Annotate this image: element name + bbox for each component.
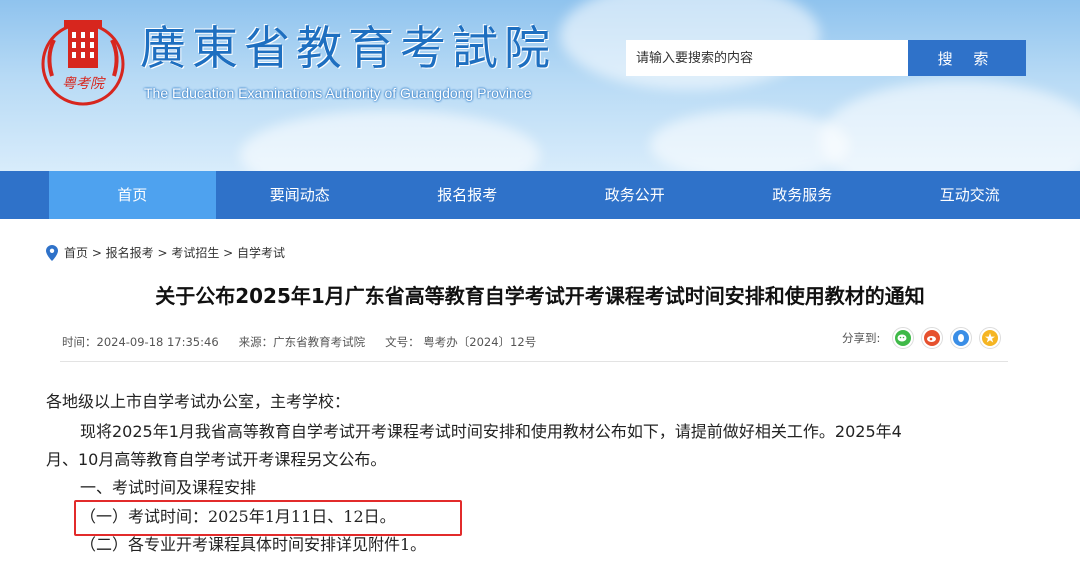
nav-item-services[interactable]: 政务服务: [719, 171, 887, 219]
site-name-english: The Education Examinations Authority of …: [144, 85, 532, 101]
article-meta: 时间：2024-09-18 17:35:46 来源：广东省教育考试院 文号： 粤…: [62, 334, 536, 350]
search-button[interactable]: 搜 索: [908, 40, 1026, 76]
article-source: 来源：广东省教育考试院: [238, 335, 366, 349]
schedule-item: （二）各专业开考课程具体时间安排详见附件1。: [80, 535, 427, 554]
qzone-star-icon[interactable]: [979, 327, 1002, 349]
main-nav: 首页 要闻动态 报名报考 政务公开 政务服务 互动交流: [0, 171, 1080, 219]
publish-time: 时间：2024-09-18 17:35:46: [62, 335, 219, 349]
search-input[interactable]: [626, 40, 908, 76]
wechat-icon[interactable]: [892, 327, 915, 349]
institution-seal-logo[interactable]: 粤考院: [40, 16, 126, 110]
meta-divider: [60, 361, 1008, 362]
site-header: 粤考院 廣東省教育考試院 The Education Examinations …: [0, 0, 1080, 171]
highlight-box: [74, 500, 462, 536]
location-pin-icon: [46, 244, 58, 261]
svg-text:粤考院: 粤考院: [62, 76, 106, 92]
paragraph-intro-line2: 月、10月高等教育自学考试开考课程另文公布。: [46, 450, 387, 469]
nav-item-registration[interactable]: 报名报考: [384, 171, 552, 219]
salutation: 各地级以上市自学考试办公室，主考学校：: [46, 392, 351, 411]
site-name: 廣東省教育考試院: [140, 21, 556, 75]
nav-item-interaction[interactable]: 互动交流: [886, 171, 1054, 219]
breadcrumb-text[interactable]: 首页 > 报名报考 > 考试招生 > 自学考试: [64, 244, 285, 261]
qq-icon[interactable]: [950, 327, 973, 349]
nav-item-news[interactable]: 要闻动态: [216, 171, 384, 219]
nav-item-home[interactable]: 首页: [48, 171, 216, 219]
weibo-icon[interactable]: [921, 327, 944, 349]
article-title: 关于公布2025年1月广东省高等教育自学考试开考课程考试时间安排和使用教材的通知: [155, 284, 925, 308]
share-label: 分享到:: [842, 331, 881, 345]
breadcrumb: 首页 > 报名报考 > 考试招生 > 自学考试: [46, 244, 285, 261]
nav-item-public-affairs[interactable]: 政务公开: [551, 171, 719, 219]
section-heading: 一、考试时间及课程安排: [80, 478, 257, 497]
paragraph-intro-line1: 现将2025年1月我省高等教育自学考试开考课程考试时间安排和使用教材公布如下，请…: [80, 422, 902, 441]
document-number: 文号： 粤考办〔2024〕12号: [385, 335, 537, 349]
share-bar: 分享到:: [842, 327, 1002, 349]
